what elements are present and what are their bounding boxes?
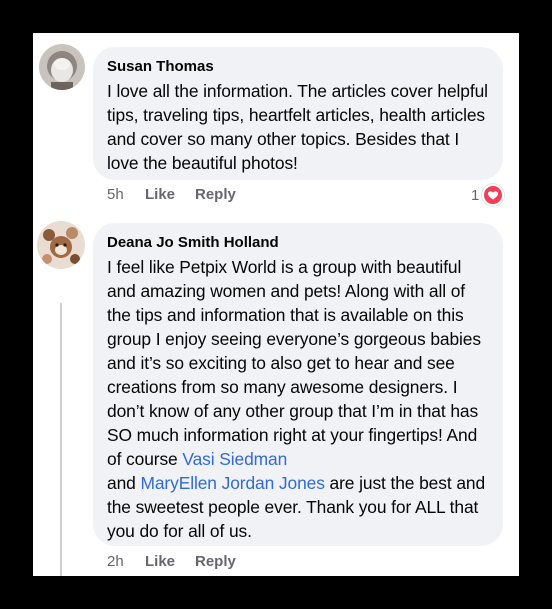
comments-panel: Susan Thomas I love all the information.… <box>33 33 519 576</box>
comment-actions-1: 5h Like Reply <box>107 186 236 204</box>
heart-icon <box>482 184 505 206</box>
thread-line <box>60 303 62 576</box>
comment-author[interactable]: Susan Thomas <box>107 57 489 77</box>
reply-button[interactable]: Reply <box>195 553 236 571</box>
comment-timestamp[interactable]: 5h <box>107 186 145 204</box>
comment-text-part: and <box>107 473 136 493</box>
like-button[interactable]: Like <box>145 186 195 204</box>
comment-timestamp[interactable]: 2h <box>107 553 145 571</box>
avatar-deana-jo-smith-holland[interactable] <box>37 221 85 269</box>
comment-author[interactable]: Deana Jo Smith Holland <box>107 233 489 253</box>
reaction-summary[interactable]: 1 <box>471 184 505 206</box>
avatar-susan-thomas[interactable] <box>39 44 85 90</box>
comment-text: I feel like Petpix World is a group with… <box>107 255 489 543</box>
comment-text: I love all the information. The articles… <box>107 81 488 173</box>
comment-actions-2: 2h Like Reply <box>107 553 236 571</box>
avatar-image <box>39 44 85 90</box>
mention-link[interactable]: Vasi Siedman <box>182 449 287 469</box>
mention-link[interactable]: MaryEllen Jordan Jones <box>140 473 324 493</box>
like-button[interactable]: Like <box>145 553 195 571</box>
comment-bubble-2[interactable]: Deana Jo Smith Holland I feel like Petpi… <box>93 223 503 546</box>
comment-bubble-1[interactable]: Susan Thomas I love all the information.… <box>93 47 503 180</box>
comment-text-part: I feel like Petpix World is a group with… <box>107 257 481 469</box>
reaction-count: 1 <box>471 186 480 204</box>
avatar-image <box>37 221 85 269</box>
reply-button[interactable]: Reply <box>195 186 236 204</box>
